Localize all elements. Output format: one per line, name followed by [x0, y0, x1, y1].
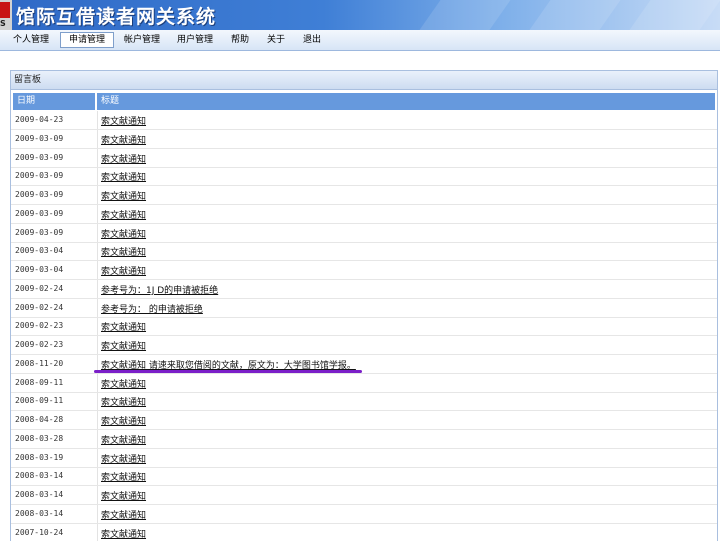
table-row: 2009-02-24 参考号为： 的申请被拒绝 [11, 299, 717, 318]
message-title-link[interactable]: 索文献通知 [101, 114, 146, 127]
column-header-title[interactable]: 标题 [97, 93, 715, 110]
message-title-link[interactable]: 索文献通知 [101, 452, 146, 465]
menu-personal[interactable]: 个人管理 [8, 33, 54, 47]
message-title-link[interactable]: 索文献通知 [101, 433, 146, 446]
message-title-link[interactable]: 索文献通知 [101, 189, 146, 202]
message-date: 2009-03-09 [15, 171, 63, 180]
message-date: 2007-10-24 [15, 528, 63, 537]
menu-users[interactable]: 用户管理 [172, 33, 218, 47]
message-date: 2008-11-20 [15, 359, 63, 368]
message-title-link[interactable]: 索文献通知 [101, 489, 146, 502]
message-date: 2009-03-09 [15, 190, 63, 199]
menu-about[interactable]: 关于 [260, 33, 292, 47]
message-date: 2008-03-14 [15, 509, 63, 518]
app-logo: S [0, 0, 12, 30]
table-row: 2009-03-04 索文献通知 [11, 242, 717, 261]
message-date: 2009-03-04 [15, 265, 63, 274]
message-date: 2008-03-14 [15, 490, 63, 499]
message-title-link[interactable]: 参考号为：1J D的申请被拒绝 [101, 283, 218, 296]
message-title-link[interactable]: 索文献通知 [101, 395, 146, 408]
message-title-link[interactable]: 索文献通知 [101, 320, 146, 333]
app-title: 馆际互借读者网关系统 [16, 2, 216, 29]
table-row: 2008-04-28 索文献通知 [11, 411, 717, 430]
menu-account[interactable]: 帐户管理 [118, 33, 166, 47]
message-date: 2009-02-24 [15, 303, 63, 312]
table-row: 2008-03-28 索文献通知 [11, 430, 717, 449]
message-date: 2008-03-14 [15, 471, 63, 480]
message-date: 2009-02-23 [15, 321, 63, 330]
banner-decoration [529, 0, 620, 30]
table-row: 2008-03-14 索文献通知 [11, 467, 717, 486]
message-date: 2009-03-04 [15, 246, 63, 255]
table-row: 2009-03-09 索文献通知 [11, 167, 717, 186]
message-title-link[interactable]: 索文献通知 [101, 133, 146, 146]
table-row: 2009-02-24 参考号为：1J D的申请被拒绝 [11, 280, 717, 299]
message-title-link[interactable]: 索文献通知 [101, 377, 146, 390]
message-title-link[interactable]: 索文献通知 [101, 414, 146, 427]
table-row: 2007-10-24 索文献通知 [11, 524, 717, 541]
table-row: 2009-03-09 索文献通知 [11, 224, 717, 243]
message-title-link[interactable]: 索文献通知 [101, 227, 146, 240]
table-row: 2008-03-19 索文献通知 [11, 449, 717, 468]
message-title-link[interactable]: 索文献通知 [101, 245, 146, 258]
message-date: 2009-03-09 [15, 134, 63, 143]
message-title-link[interactable]: 索文献通知 [101, 470, 146, 483]
message-title-link[interactable]: 索文献通知 [101, 508, 146, 521]
message-date: 2008-09-11 [15, 378, 63, 387]
message-date: 2009-03-09 [15, 209, 63, 218]
message-title-link[interactable]: 索文献通知 请速来取您借阅的文献，原文为：大学图书馆学报。 [101, 358, 356, 371]
message-date: 2008-09-11 [15, 396, 63, 405]
annotation-underline [94, 370, 362, 373]
message-title-link[interactable]: 索文献通知 [101, 264, 146, 277]
message-date: 2008-04-28 [15, 415, 63, 424]
table-row: 2009-03-09 索文献通知 [11, 205, 717, 224]
message-title-link[interactable]: 索文献通知 [101, 339, 146, 352]
message-date: 2009-02-24 [15, 284, 63, 293]
panel-title: 留言板 [11, 71, 717, 90]
message-date: 2009-03-09 [15, 228, 63, 237]
table-row: 2008-09-11 索文献通知 [11, 374, 717, 393]
table-row: 2009-03-04 索文献通知 [11, 261, 717, 280]
table-row: 2009-03-09 索文献通知 [11, 186, 717, 205]
message-title-link[interactable]: 参考号为： 的申请被拒绝 [101, 302, 203, 315]
table-row: 2009-04-23 索文献通知 [11, 111, 717, 130]
menu-request-management[interactable]: 申请管理 [60, 32, 114, 48]
message-title-link[interactable]: 索文献通知 [101, 208, 146, 221]
table-row: 2008-03-14 索文献通知 [11, 486, 717, 505]
main-menu: 个人管理 申请管理 帐户管理 用户管理 帮助 关于 退出 [0, 30, 720, 51]
app-banner: S 馆际互借读者网关系统 [0, 0, 720, 30]
message-title-link[interactable]: 索文献通知 [101, 170, 146, 183]
message-board-panel: 留言板 日期 标题 2009-04-23 索文献通知 2009-03-09 索文献通知… [10, 70, 718, 541]
message-date: 2009-04-23 [15, 115, 63, 124]
menu-logout[interactable]: 退出 [296, 33, 328, 47]
message-title-link[interactable]: 索文献通知 [101, 527, 146, 540]
table-row: 2008-09-11 索文献通知 [11, 392, 717, 411]
table-row: 2009-02-23 索文献通知 [11, 336, 717, 355]
column-header-date[interactable]: 日期 [13, 93, 95, 110]
table-row: 2009-02-23 索文献通知 [11, 317, 717, 336]
message-date: 2008-03-19 [15, 453, 63, 462]
table-row: 2008-03-14 索文献通知 [11, 505, 717, 524]
message-date: 2008-03-28 [15, 434, 63, 443]
message-date: 2009-02-23 [15, 340, 63, 349]
logo-text: S [0, 19, 6, 28]
message-title-link[interactable]: 索文献通知 [101, 152, 146, 165]
menu-help[interactable]: 帮助 [224, 33, 256, 47]
message-date: 2009-03-09 [15, 153, 63, 162]
table-row: 2009-03-09 索文献通知 [11, 130, 717, 149]
banner-decoration [629, 0, 720, 30]
table-row: 2009-03-09 索文献通知 [11, 149, 717, 168]
banner-decoration [419, 0, 510, 30]
logo-mark [0, 2, 10, 18]
